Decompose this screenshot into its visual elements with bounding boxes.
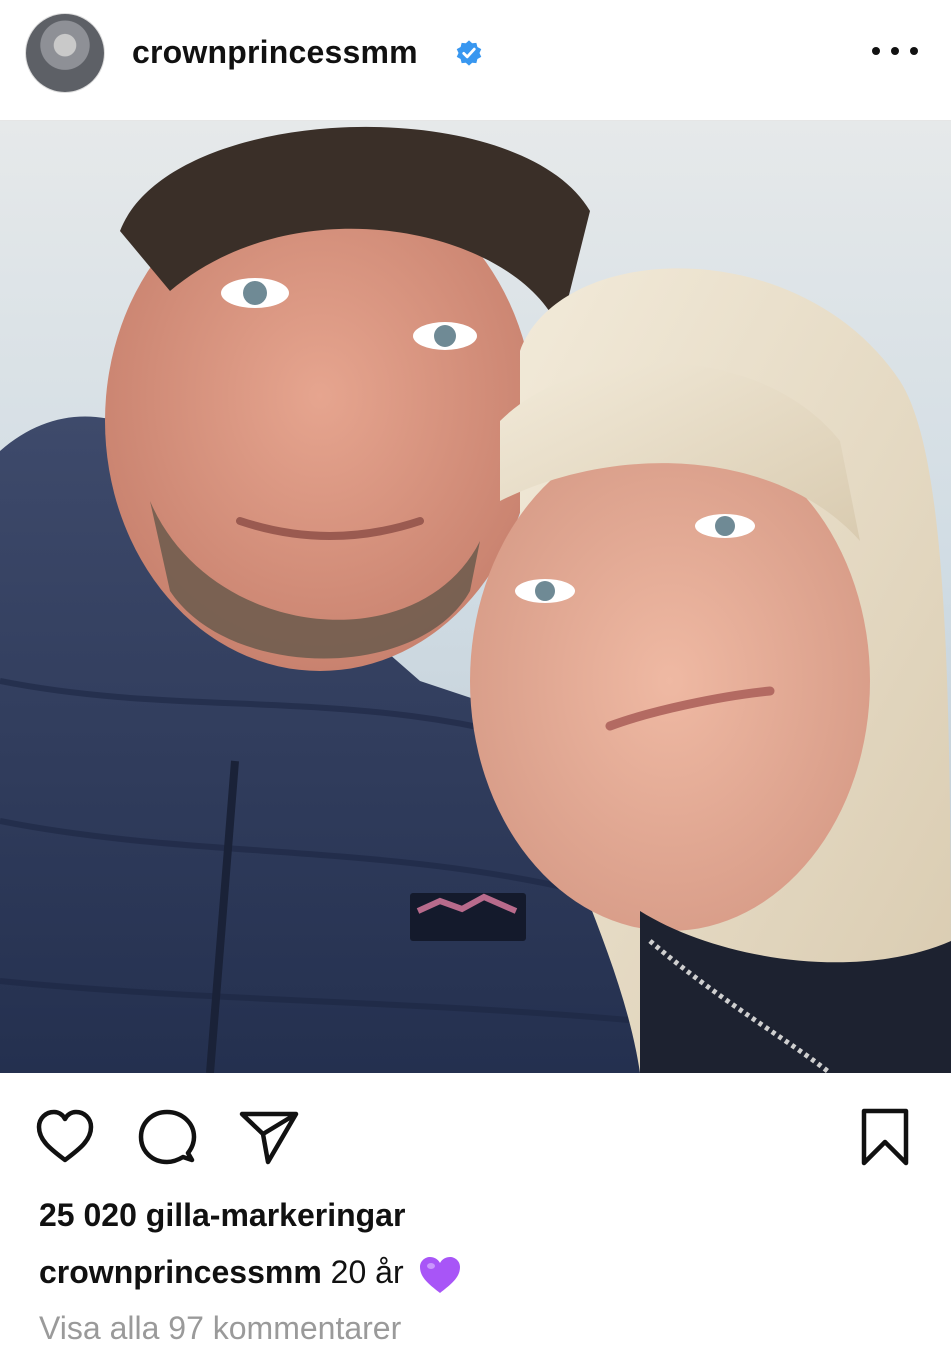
share-paper-plane-icon[interactable] [238,1106,300,1168]
caption-text: 20 år [330,1254,404,1290]
post-username[interactable]: crownprincessmm [132,34,418,71]
comment-icon[interactable] [136,1106,198,1168]
purple-heart-icon [420,1256,461,1293]
more-options-icon[interactable] [872,36,918,66]
like-heart-icon[interactable] [34,1106,96,1168]
view-all-comments-link[interactable]: Visa alla 97 kommentarer [39,1310,401,1347]
verified-badge-icon [456,40,482,66]
post-caption: crownprincessmm 20 år [39,1254,462,1295]
post-actions-bar [0,1100,951,1170]
caption-username[interactable]: crownprincessmm [39,1254,322,1290]
profile-avatar[interactable] [26,14,104,92]
likes-count[interactable]: 25 020 gilla-markeringar [39,1197,405,1234]
post-header: crownprincessmm [0,0,951,121]
save-bookmark-icon[interactable] [854,1106,916,1168]
post-photo[interactable] [0,121,951,1073]
selfie-photo [0,121,951,1073]
